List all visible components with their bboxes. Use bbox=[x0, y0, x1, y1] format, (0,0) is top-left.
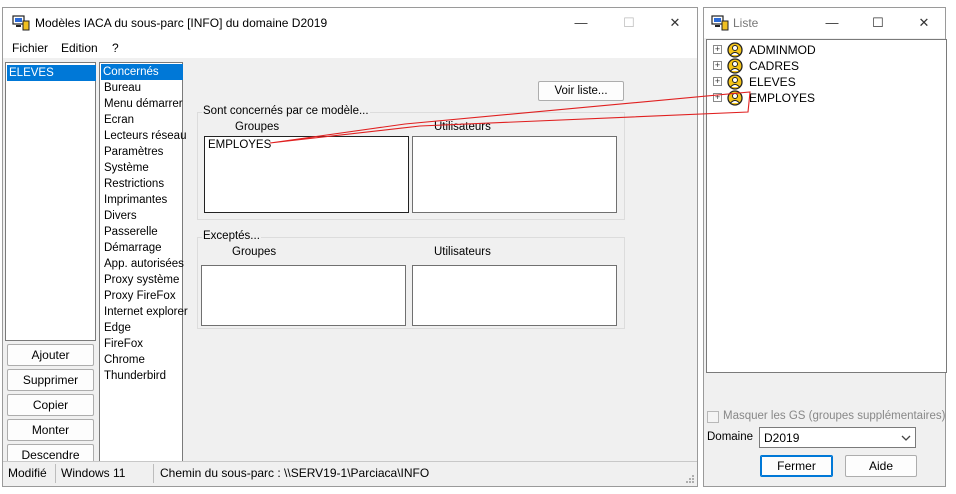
drag-arrow-annotation bbox=[269, 91, 751, 144]
drag-arrow-shape bbox=[269, 91, 751, 144]
